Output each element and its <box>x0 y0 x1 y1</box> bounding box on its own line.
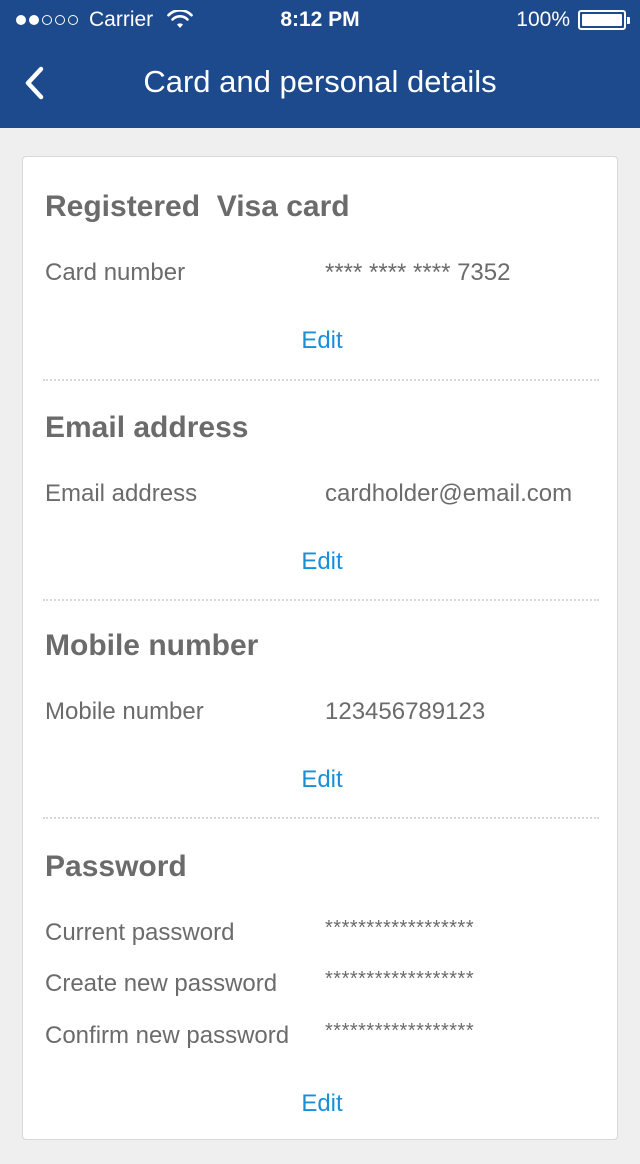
divider <box>43 599 599 601</box>
mobile-number-value: 123456789123 <box>325 698 486 725</box>
email-address-value: cardholder@email.com <box>325 480 573 507</box>
status-bar: Carrier 8:12 PM 100% <box>0 0 640 40</box>
confirm-password-label: Confirm new password <box>45 1022 290 1049</box>
battery-icon <box>578 10 630 30</box>
divider <box>43 817 599 819</box>
edit-email-link[interactable]: Edit <box>45 548 599 576</box>
top-bar: Carrier 8:12 PM 100% Card and personal d… <box>0 0 640 128</box>
divider <box>43 379 599 381</box>
current-password-value: ****************** <box>325 917 475 939</box>
edit-password-link[interactable]: Edit <box>45 1090 599 1118</box>
new-password-value: ****************** <box>325 968 475 990</box>
details-card: Registered Visa card Card number **** **… <box>22 156 618 1140</box>
mobile-section-title: Mobile number <box>45 629 259 662</box>
navigation-bar: Card and personal details <box>0 40 640 128</box>
email-address-label: Email address <box>45 480 198 507</box>
card-section-title: Registered Visa card <box>45 190 350 223</box>
edit-mobile-link[interactable]: Edit <box>45 766 599 794</box>
battery-percentage: 100% <box>516 8 570 31</box>
mobile-number-label: Mobile number <box>45 698 204 725</box>
new-password-label: Create new password <box>45 970 278 997</box>
confirm-password-value: ****************** <box>325 1020 475 1042</box>
page-title: Card and personal details <box>143 64 497 99</box>
current-password-label: Current password <box>45 919 235 946</box>
card-number-label: Card number <box>45 259 186 286</box>
password-section-title: Password <box>45 850 187 883</box>
card-number-value: **** **** **** 7352 <box>325 259 511 286</box>
edit-card-link[interactable]: Edit <box>45 327 599 355</box>
email-section-title: Email address <box>45 411 249 444</box>
